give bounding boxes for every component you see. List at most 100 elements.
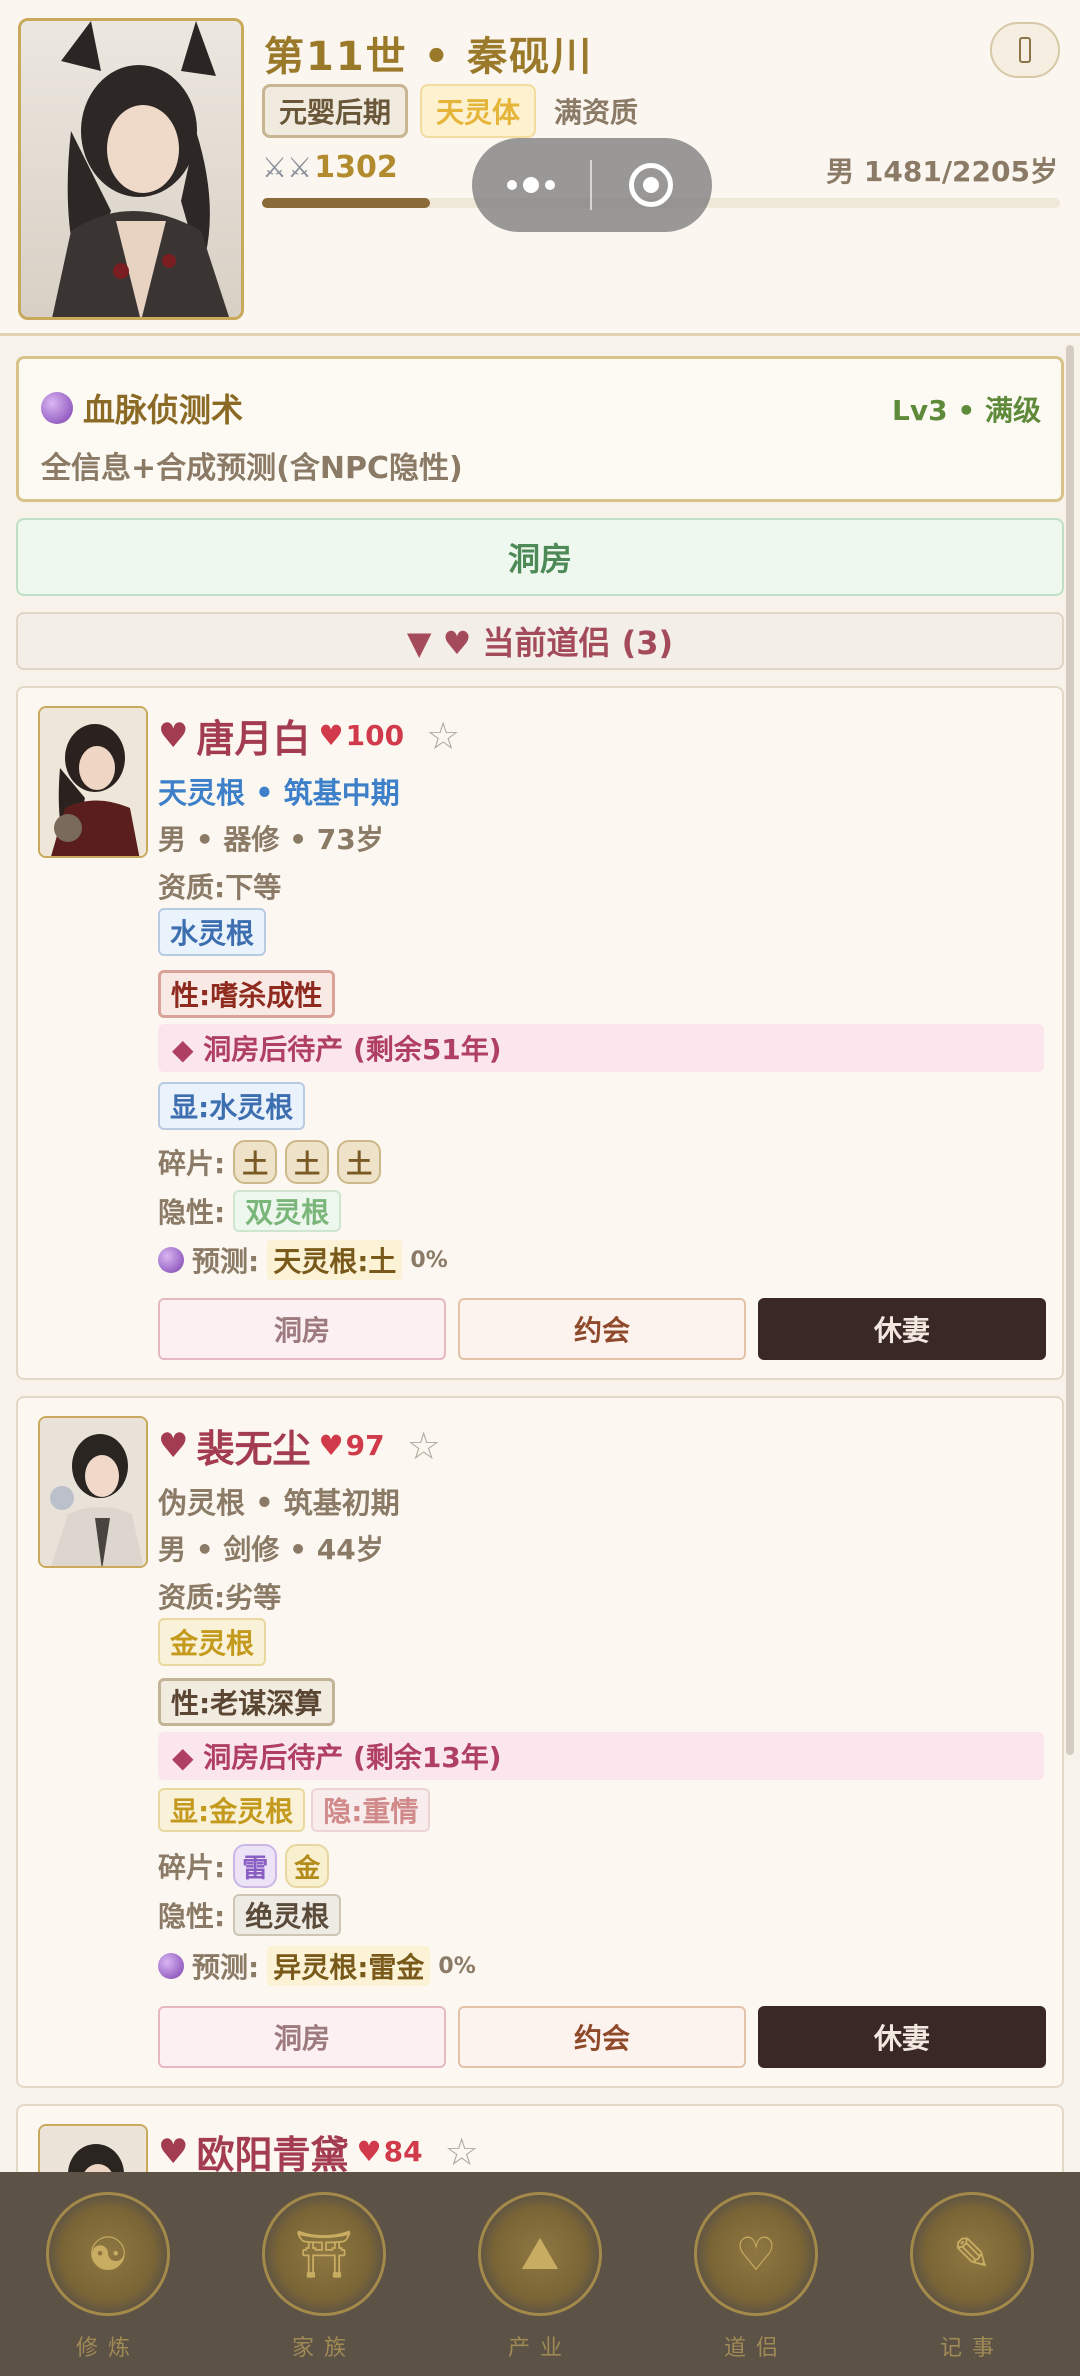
root-realm: 天灵根 • 筑基中期 xyxy=(158,776,400,810)
prediction-percent: 0% xyxy=(438,1953,476,1979)
tab-chronicle[interactable]: ✎ 记事 xyxy=(882,2184,1062,2364)
spirit-root-chip: 水灵根 xyxy=(158,908,267,956)
skill-title: 血脉侦测术 xyxy=(41,385,243,431)
more-options-button[interactable] xyxy=(472,177,590,193)
fragments-label: 碎片: xyxy=(158,1147,226,1180)
fragment-earth: 土 xyxy=(285,1140,330,1184)
hidden-trait-chip: 隐:重情 xyxy=(311,1788,431,1832)
scrollbar[interactable] xyxy=(1066,345,1074,1755)
skill-name: 血脉侦测术 xyxy=(83,391,244,429)
date-button[interactable]: 约会 xyxy=(458,2006,746,2068)
header: 第11世 • 秦砚川 元婴后期 天灵体 满资质 ⚔⚔ 1302 男 1481/2… xyxy=(0,0,1080,336)
bridal-chamber-button[interactable]: 洞房 xyxy=(16,518,1064,596)
bridal-chamber-button[interactable]: 洞房 xyxy=(158,2006,446,2068)
player-portrait[interactable] xyxy=(18,18,244,320)
crossed-swords-icon: ⚔⚔ xyxy=(262,151,313,184)
fragment-thunder: 雷 xyxy=(233,1844,278,1888)
hidden-row: 隐性: 绝灵根 xyxy=(158,1894,342,1936)
partner-avatar-art xyxy=(40,708,146,856)
partner-header: ♥ 裴无尘 ♥ 97 ☆ xyxy=(158,1418,441,1473)
menu-button[interactable] xyxy=(990,22,1060,78)
partner-header: ♥ 唐月白 ♥ 100 ☆ xyxy=(158,708,460,763)
tab-label: 家族 xyxy=(291,2336,356,2361)
date-button[interactable]: 约会 xyxy=(458,1298,746,1360)
partner-actions: 洞房 约会 休妻 xyxy=(158,2006,1046,2068)
heart-icon: ♥ xyxy=(158,2131,189,2172)
favorite-star-icon[interactable]: ☆ xyxy=(426,714,460,758)
prediction-label: 预测: xyxy=(192,1951,260,1984)
trait-row: 性:嗜杀成性 xyxy=(158,970,336,1018)
tab-cultivate[interactable]: ☯ 修炼 xyxy=(18,2184,198,2364)
root-row: 金灵根 xyxy=(158,1618,267,1666)
tab-label: 道侣 xyxy=(723,2336,788,2361)
prediction-value: 天灵根:土 xyxy=(267,1240,403,1280)
tab-label: 修炼 xyxy=(75,2336,140,2361)
fragment-earth: 土 xyxy=(337,1140,382,1184)
partner-card: ♥ 裴无尘 ♥ 97 ☆ 伪灵根 • 筑基初期 男 • 剑修 • 44岁 资质:劣等… xyxy=(16,1396,1064,2088)
favorite-star-icon[interactable]: ☆ xyxy=(445,2130,479,2174)
tab-label: 产业 xyxy=(507,2336,572,2361)
affection-value: ♥ 97 xyxy=(318,1429,385,1462)
partner-name[interactable]: ♥ 唐月白 xyxy=(158,708,311,763)
affection-value: ♥ 100 xyxy=(318,719,405,752)
partner-card: ♥ 唐月白 ♥ 100 ☆ 天灵根 • 筑基中期 男 • 器修 • 73岁 资质:下… xyxy=(16,686,1064,1380)
combat-power: ⚔⚔ 1302 xyxy=(262,150,398,185)
fragments-label: 碎片: xyxy=(158,1851,226,1884)
hidden-label: 隐性: xyxy=(158,1196,226,1229)
partner-name[interactable]: ♥ 欧阳青黛 xyxy=(158,2124,349,2179)
mountain-icon: ⛰ xyxy=(478,2192,602,2316)
close-miniprogram-button[interactable] xyxy=(592,163,710,207)
bottom-tab-bar: ☯ 修炼 ⛩ 家族 ⛰ 产业 ♡ 道侣 ✎ 记事 xyxy=(0,2172,1080,2376)
prediction-row: 预测: 异灵根:雷金 0% xyxy=(158,1946,476,1986)
scroll-icon: ✎ xyxy=(910,2192,1034,2316)
shown-root-chip: 显:水灵根 xyxy=(158,1082,306,1130)
prediction-percent: 0% xyxy=(410,1247,448,1273)
player-portrait-art xyxy=(52,21,230,317)
crystal-orb-icon xyxy=(41,392,73,424)
partner-aptitude: 资质:下等 xyxy=(158,871,282,904)
spirit-root-chip: 金灵根 xyxy=(158,1618,267,1666)
partner-name[interactable]: ♥ 裴无尘 xyxy=(158,1418,311,1473)
age-counter: 男 1481/2205岁 xyxy=(826,155,1058,188)
divorce-button[interactable]: 休妻 xyxy=(758,2006,1046,2068)
fragment-metal: 金 xyxy=(285,1844,330,1888)
shown-row: 显:水灵根 xyxy=(158,1082,306,1130)
heart-icon: ♥ xyxy=(158,1425,189,1466)
affection-value: ♥ 84 xyxy=(356,2135,423,2168)
tab-label: 记事 xyxy=(939,2336,1004,2361)
avatar[interactable] xyxy=(38,706,148,858)
heart-icon: ♥ xyxy=(158,715,189,756)
partner-avatar-art xyxy=(40,1418,146,1566)
prediction-row: 预测: 天灵根:土 0% xyxy=(158,1240,448,1280)
crystal-orb-icon xyxy=(158,1953,184,1979)
prediction-label: 预测: xyxy=(192,1245,260,1278)
body-tag: 天灵体 xyxy=(420,84,537,138)
miniprogram-capsule xyxy=(472,138,712,232)
skill-description: 全信息+合成预测(含NPC隐性) xyxy=(41,451,463,486)
favorite-star-icon[interactable]: ☆ xyxy=(407,1424,441,1468)
hidden-trait-chip: 绝灵根 xyxy=(233,1894,342,1936)
lifespan-progress-fill xyxy=(262,198,430,208)
pavilion-icon: ⛩ xyxy=(262,2192,386,2316)
avatar[interactable] xyxy=(38,1416,148,1568)
current-partners-toggle[interactable]: ▼ ♥ 当前道侣 (3) xyxy=(16,612,1064,670)
tab-clan[interactable]: ⛩ 家族 xyxy=(234,2184,414,2364)
status-tags: 元婴后期 天灵体 满资质 xyxy=(262,84,644,138)
affection-heart-icon: ♥ xyxy=(318,1429,344,1462)
bridal-chamber-button[interactable]: 洞房 xyxy=(158,1298,446,1360)
hidden-row: 隐性: 双灵根 xyxy=(158,1190,342,1232)
partner-meta: 男 • 器修 • 73岁 xyxy=(158,823,384,856)
pending-birth-banner: ◆ 洞房后待产 (剩余51年) xyxy=(158,1024,1044,1072)
tab-industry[interactable]: ⛰ 产业 xyxy=(450,2184,630,2364)
fragments-row: 碎片: 土 土 土 xyxy=(158,1140,382,1184)
root-realm: 伪灵根 • 筑基初期 xyxy=(158,1486,400,1520)
hidden-label: 隐性: xyxy=(158,1900,226,1933)
menu-icon xyxy=(1019,37,1031,63)
partner-aptitude: 资质:劣等 xyxy=(158,1581,282,1614)
couple-icon: ♡ xyxy=(694,2192,818,2316)
divorce-button[interactable]: 休妻 xyxy=(758,1298,1046,1360)
affection-heart-icon: ♥ xyxy=(356,2135,382,2168)
combat-power-value: 1302 xyxy=(314,150,398,185)
skill-card: 血脉侦测术 Lv3 • 满级 全信息+合成预测(含NPC隐性) xyxy=(16,356,1064,502)
tab-partners[interactable]: ♡ 道侣 xyxy=(666,2184,846,2364)
